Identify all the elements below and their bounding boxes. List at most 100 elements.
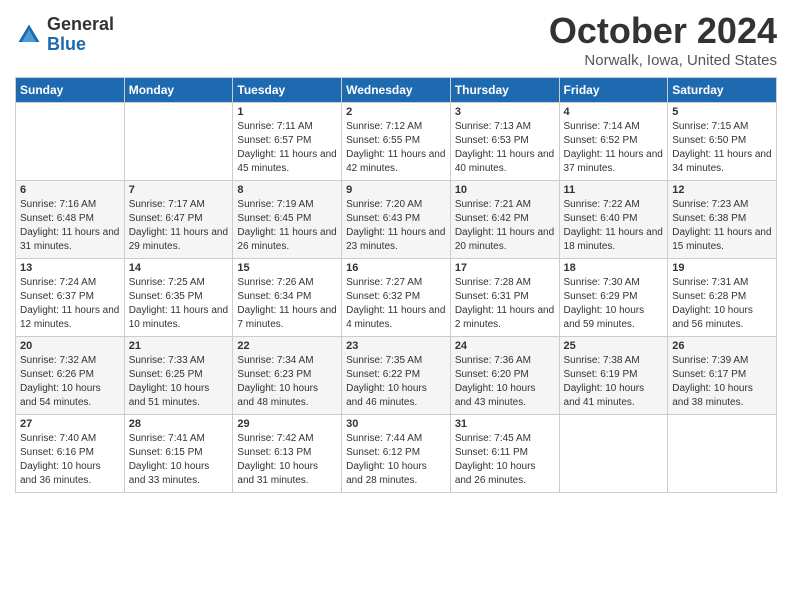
day-number: 23 [346, 340, 446, 352]
calendar-cell: 8 Sunrise: 7:19 AM Sunset: 6:45 PM Daylig… [233, 181, 342, 259]
week-row-4: 27Sunrise: 7:40 AM Sunset: 6:16 PM Dayli… [16, 415, 777, 493]
day-number: 1 [237, 106, 337, 118]
calendar-body: 1 Sunrise: 7:11 AM Sunset: 6:57 PM Daylig… [16, 103, 777, 493]
calendar-table: SundayMondayTuesdayWednesdayThursdayFrid… [15, 77, 777, 493]
header-cell-monday: Monday [124, 78, 233, 103]
day-detail: Sunrise: 7:33 AM Sunset: 6:25 PM Dayligh… [129, 354, 229, 410]
day-number: 30 [346, 418, 446, 430]
week-row-0: 1 Sunrise: 7:11 AM Sunset: 6:57 PM Daylig… [16, 103, 777, 181]
calendar-cell: 24 Sunrise: 7:36 AM Sunset: 6:20 PM Dayli… [450, 337, 559, 415]
day-detail: Sunrise: 7:25 AM Sunset: 6:35 PM Dayligh… [129, 276, 229, 332]
day-detail: Sunrise: 7:30 AM Sunset: 6:29 PM Dayligh… [564, 276, 664, 332]
day-number: 7 [129, 184, 229, 196]
calendar-cell: 28Sunrise: 7:41 AM Sunset: 6:15 PM Dayli… [124, 415, 233, 493]
calendar-cell: 29 Sunrise: 7:42 AM Sunset: 6:13 PM Dayli… [233, 415, 342, 493]
day-number: 15 [237, 262, 337, 274]
day-detail: Sunrise: 7:42 AM Sunset: 6:13 PM Dayligh… [237, 432, 337, 488]
day-detail: Sunrise: 7:19 AM Sunset: 6:45 PM Dayligh… [237, 198, 337, 254]
day-detail: Sunrise: 7:15 AM Sunset: 6:50 PM Dayligh… [672, 120, 772, 176]
day-number: 20 [20, 340, 120, 352]
day-number: 14 [129, 262, 229, 274]
calendar-cell: 21 Sunrise: 7:33 AM Sunset: 6:25 PM Dayli… [124, 337, 233, 415]
title-area: October 2024 Norwalk, Iowa, United State… [549, 10, 777, 69]
header: General Blue October 2024 Norwalk, Iowa,… [15, 10, 777, 69]
calendar-cell: 27Sunrise: 7:40 AM Sunset: 6:16 PM Dayli… [16, 415, 125, 493]
calendar-cell: 26 Sunrise: 7:39 AM Sunset: 6:17 PM Dayli… [668, 337, 777, 415]
day-detail: Sunrise: 7:44 AM Sunset: 6:12 PM Dayligh… [346, 432, 446, 488]
day-number: 12 [672, 184, 772, 196]
day-detail: Sunrise: 7:20 AM Sunset: 6:43 PM Dayligh… [346, 198, 446, 254]
day-number: 21 [129, 340, 229, 352]
day-detail: Sunrise: 7:26 AM Sunset: 6:34 PM Dayligh… [237, 276, 337, 332]
day-detail: Sunrise: 7:31 AM Sunset: 6:28 PM Dayligh… [672, 276, 772, 332]
day-number: 8 [237, 184, 337, 196]
week-row-1: 6 Sunrise: 7:16 AM Sunset: 6:48 PM Daylig… [16, 181, 777, 259]
day-detail: Sunrise: 7:28 AM Sunset: 6:31 PM Dayligh… [455, 276, 555, 332]
logo-icon [15, 21, 43, 49]
calendar-cell: 16 Sunrise: 7:27 AM Sunset: 6:32 PM Dayli… [342, 259, 451, 337]
page-container: General Blue October 2024 Norwalk, Iowa,… [0, 0, 792, 498]
calendar-cell: 19 Sunrise: 7:31 AM Sunset: 6:28 PM Dayli… [668, 259, 777, 337]
day-number: 22 [237, 340, 337, 352]
day-detail: Sunrise: 7:16 AM Sunset: 6:48 PM Dayligh… [20, 198, 120, 254]
day-number: 25 [564, 340, 664, 352]
day-number: 31 [455, 418, 555, 430]
day-detail: Sunrise: 7:35 AM Sunset: 6:22 PM Dayligh… [346, 354, 446, 410]
day-detail: Sunrise: 7:12 AM Sunset: 6:55 PM Dayligh… [346, 120, 446, 176]
day-detail: Sunrise: 7:11 AM Sunset: 6:57 PM Dayligh… [237, 120, 337, 176]
calendar-cell: 18Sunrise: 7:30 AM Sunset: 6:29 PM Dayli… [559, 259, 668, 337]
week-row-2: 13Sunrise: 7:24 AM Sunset: 6:37 PM Dayli… [16, 259, 777, 337]
day-number: 10 [455, 184, 555, 196]
day-detail: Sunrise: 7:36 AM Sunset: 6:20 PM Dayligh… [455, 354, 555, 410]
day-detail: Sunrise: 7:22 AM Sunset: 6:40 PM Dayligh… [564, 198, 664, 254]
calendar-cell: 15 Sunrise: 7:26 AM Sunset: 6:34 PM Dayli… [233, 259, 342, 337]
calendar-cell: 5 Sunrise: 7:15 AM Sunset: 6:50 PM Daylig… [668, 103, 777, 181]
calendar-cell: 14 Sunrise: 7:25 AM Sunset: 6:35 PM Dayli… [124, 259, 233, 337]
day-detail: Sunrise: 7:13 AM Sunset: 6:53 PM Dayligh… [455, 120, 555, 176]
day-detail: Sunrise: 7:34 AM Sunset: 6:23 PM Dayligh… [237, 354, 337, 410]
header-cell-thursday: Thursday [450, 78, 559, 103]
day-number: 11 [564, 184, 664, 196]
day-number: 24 [455, 340, 555, 352]
month-title: October 2024 [549, 10, 777, 52]
day-number: 6 [20, 184, 120, 196]
calendar-cell: 30 Sunrise: 7:44 AM Sunset: 6:12 PM Dayli… [342, 415, 451, 493]
calendar-cell: 7 Sunrise: 7:17 AM Sunset: 6:47 PM Daylig… [124, 181, 233, 259]
calendar-cell: 20Sunrise: 7:32 AM Sunset: 6:26 PM Dayli… [16, 337, 125, 415]
day-detail: Sunrise: 7:41 AM Sunset: 6:15 PM Dayligh… [129, 432, 229, 488]
calendar-cell: 12 Sunrise: 7:23 AM Sunset: 6:38 PM Dayli… [668, 181, 777, 259]
calendar-header: SundayMondayTuesdayWednesdayThursdayFrid… [16, 78, 777, 103]
day-detail: Sunrise: 7:17 AM Sunset: 6:47 PM Dayligh… [129, 198, 229, 254]
day-number: 16 [346, 262, 446, 274]
calendar-cell: 10Sunrise: 7:21 AM Sunset: 6:42 PM Dayli… [450, 181, 559, 259]
calendar-cell [16, 103, 125, 181]
day-number: 19 [672, 262, 772, 274]
day-number: 2 [346, 106, 446, 118]
calendar-cell: 13Sunrise: 7:24 AM Sunset: 6:37 PM Dayli… [16, 259, 125, 337]
calendar-cell: 2 Sunrise: 7:12 AM Sunset: 6:55 PM Daylig… [342, 103, 451, 181]
calendar-cell: 11 Sunrise: 7:22 AM Sunset: 6:40 PM Dayli… [559, 181, 668, 259]
calendar-cell: 31 Sunrise: 7:45 AM Sunset: 6:11 PM Dayli… [450, 415, 559, 493]
calendar-cell [124, 103, 233, 181]
day-detail: Sunrise: 7:27 AM Sunset: 6:32 PM Dayligh… [346, 276, 446, 332]
day-detail: Sunrise: 7:40 AM Sunset: 6:16 PM Dayligh… [20, 432, 120, 488]
calendar-cell: 25 Sunrise: 7:38 AM Sunset: 6:19 PM Dayli… [559, 337, 668, 415]
day-number: 17 [455, 262, 555, 274]
day-detail: Sunrise: 7:45 AM Sunset: 6:11 PM Dayligh… [455, 432, 555, 488]
day-number: 29 [237, 418, 337, 430]
calendar-cell [559, 415, 668, 493]
day-detail: Sunrise: 7:39 AM Sunset: 6:17 PM Dayligh… [672, 354, 772, 410]
day-number: 9 [346, 184, 446, 196]
day-detail: Sunrise: 7:23 AM Sunset: 6:38 PM Dayligh… [672, 198, 772, 254]
day-number: 5 [672, 106, 772, 118]
calendar-cell: 9 Sunrise: 7:20 AM Sunset: 6:43 PM Daylig… [342, 181, 451, 259]
calendar-cell: 23 Sunrise: 7:35 AM Sunset: 6:22 PM Dayli… [342, 337, 451, 415]
location: Norwalk, Iowa, United States [549, 52, 777, 69]
day-detail: Sunrise: 7:14 AM Sunset: 6:52 PM Dayligh… [564, 120, 664, 176]
calendar-cell [668, 415, 777, 493]
header-cell-sunday: Sunday [16, 78, 125, 103]
calendar-cell: 17 Sunrise: 7:28 AM Sunset: 6:31 PM Dayli… [450, 259, 559, 337]
header-cell-friday: Friday [559, 78, 668, 103]
day-number: 26 [672, 340, 772, 352]
day-detail: Sunrise: 7:38 AM Sunset: 6:19 PM Dayligh… [564, 354, 664, 410]
